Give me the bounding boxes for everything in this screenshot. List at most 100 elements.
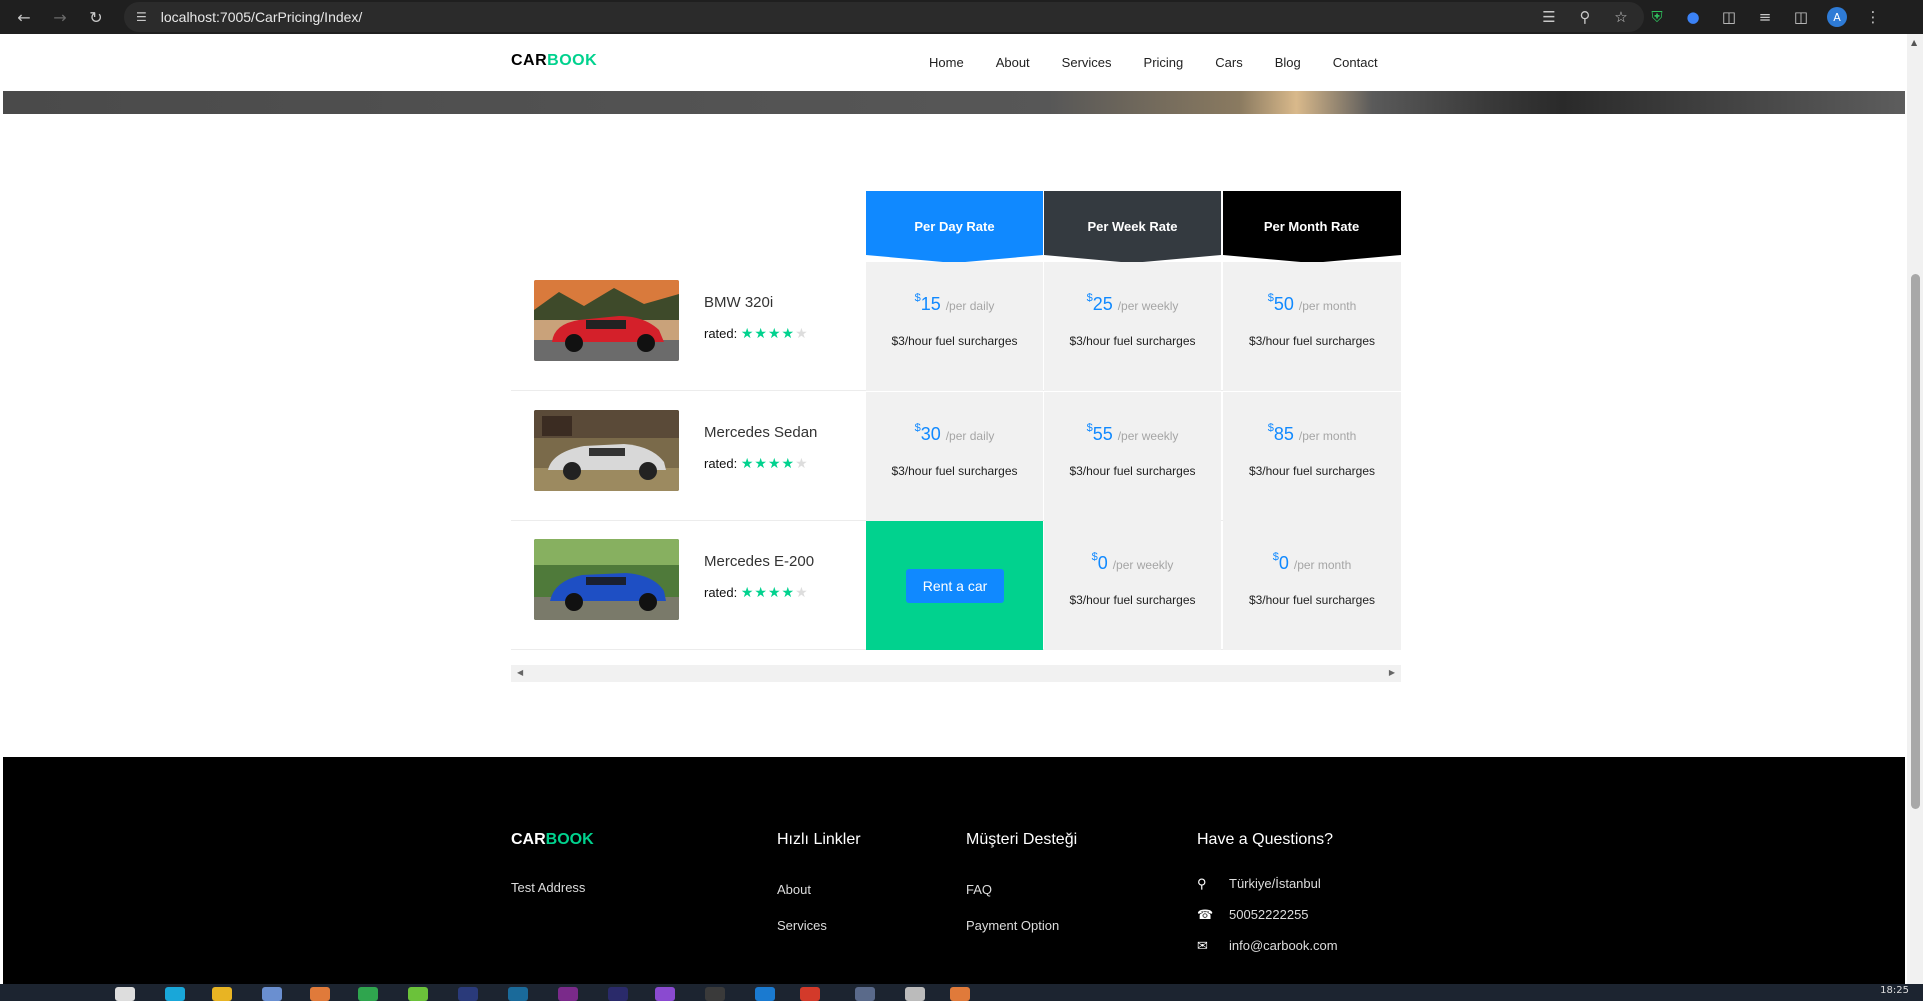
nav-contact[interactable]: Contact bbox=[1333, 55, 1378, 70]
taskbar-app-icon[interactable] bbox=[755, 987, 775, 1001]
taskbar-app-icon[interactable] bbox=[408, 987, 428, 1001]
rent-a-car-button[interactable]: Rent a car bbox=[906, 569, 1004, 603]
footer-link-faq[interactable]: FAQ bbox=[966, 882, 1077, 918]
price-unit: /per month bbox=[1298, 429, 1357, 443]
reading-list-icon[interactable]: ≡ bbox=[1755, 8, 1775, 26]
map-marker-icon: ⚲ bbox=[1197, 876, 1207, 891]
scroll-left-arrow-icon[interactable]: ◀ bbox=[517, 668, 523, 677]
price-amount: 30 bbox=[920, 424, 941, 444]
forward-icon[interactable]: → bbox=[42, 8, 78, 27]
site-logo[interactable]: CARBOOK bbox=[511, 52, 597, 70]
logo-book-text: BOOK bbox=[547, 52, 598, 69]
car-name: Mercedes E-200 bbox=[704, 553, 815, 570]
taskbar-app-icon[interactable] bbox=[655, 987, 675, 1001]
fuel-surcharge: $3/hour fuel surcharges bbox=[1248, 593, 1376, 607]
price-amount: 0 bbox=[1097, 553, 1108, 573]
fuel-surcharge: $3/hour fuel surcharges bbox=[1069, 593, 1196, 607]
taskbar-app-icon[interactable] bbox=[558, 987, 578, 1001]
bookmark-star-icon[interactable]: ☆ bbox=[1611, 8, 1631, 26]
footer-logo[interactable]: CARBOOK bbox=[511, 831, 594, 849]
nav-services[interactable]: Services bbox=[1062, 55, 1112, 70]
nav-blog[interactable]: Blog bbox=[1275, 55, 1301, 70]
price-cell-month: $0/per month $3/hour fuel surcharges bbox=[1223, 521, 1401, 650]
zoom-icon[interactable]: ⚲ bbox=[1575, 8, 1595, 26]
back-icon[interactable]: ← bbox=[6, 8, 42, 27]
taskbar-folder-icon[interactable] bbox=[212, 987, 232, 1001]
contact-location: ⚲ Türkiye/İstanbul bbox=[1197, 876, 1321, 892]
taskbar-app-icon[interactable] bbox=[310, 987, 330, 1001]
menu-kebab-icon[interactable]: ⋮ bbox=[1863, 8, 1883, 26]
table-horizontal-scrollbar[interactable]: ◀ ▶ bbox=[511, 665, 1401, 682]
extension-icon[interactable]: ● bbox=[1683, 8, 1703, 26]
footer-link-about[interactable]: About bbox=[777, 882, 861, 918]
taskbar-clock[interactable]: 18:25 bbox=[1880, 985, 1909, 996]
currency-symbol: $ bbox=[1272, 551, 1279, 563]
price-unit: /per month bbox=[1298, 299, 1357, 313]
header-per-week-label: Per Week Rate bbox=[1087, 219, 1178, 234]
taskbar-app-icon[interactable] bbox=[262, 987, 282, 1001]
reload-icon[interactable]: ↻ bbox=[78, 8, 114, 27]
taskbar-app-icon[interactable] bbox=[950, 987, 970, 1001]
site-navbar: CARBOOK Home About Services Pricing Cars… bbox=[3, 34, 1905, 91]
price-unit: /per weekly bbox=[1117, 299, 1179, 313]
page-vertical-scrollbar[interactable]: ▲ bbox=[1907, 34, 1923, 984]
scrollbar-thumb[interactable] bbox=[1911, 274, 1920, 809]
support-column: Müşteri Desteği FAQ Payment Option bbox=[966, 831, 1077, 954]
taskbar-chrome-icon[interactable] bbox=[800, 987, 820, 1001]
price-unit: /per month bbox=[1293, 558, 1352, 572]
address-bar[interactable]: ☰ localhost:7005/CarPricing/Index/ bbox=[124, 2, 1644, 32]
main-menu: Home About Services Pricing Cars Blog Co… bbox=[929, 55, 1378, 70]
footer-address: Test Address bbox=[511, 880, 586, 895]
scroll-up-arrow-icon[interactable]: ▲ bbox=[1911, 38, 1917, 47]
profile-avatar[interactable]: A bbox=[1827, 7, 1847, 27]
site-info-icon[interactable]: ☰ bbox=[136, 10, 147, 24]
car-name: BMW 320i bbox=[704, 294, 774, 311]
price-cell-day: $15/per daily $3/hour fuel surcharges bbox=[866, 262, 1043, 391]
taskbar-app-icon[interactable] bbox=[358, 987, 378, 1001]
location-text: Türkiye/İstanbul bbox=[1229, 876, 1321, 891]
car-image bbox=[534, 280, 679, 361]
phone-icon: ☎ bbox=[1197, 907, 1214, 922]
taskbar-app-icon[interactable] bbox=[855, 987, 875, 1001]
taskbar-start-icon[interactable] bbox=[115, 987, 135, 1001]
footer-logo-book: BOOK bbox=[545, 831, 594, 848]
phone-text[interactable]: 50052222255 bbox=[1229, 907, 1309, 922]
price-unit: /per weekly bbox=[1117, 429, 1179, 443]
currency-symbol: $ bbox=[1086, 292, 1093, 304]
shield-extension-icon[interactable]: ⛨ bbox=[1647, 8, 1667, 26]
taskbar-app-icon[interactable] bbox=[508, 987, 528, 1001]
translate-icon[interactable]: ☰ bbox=[1539, 8, 1559, 26]
nav-home[interactable]: Home bbox=[929, 55, 964, 70]
price-cell-month: $85/per month $3/hour fuel surcharges bbox=[1223, 392, 1401, 521]
url-text[interactable]: localhost:7005/CarPricing/Index/ bbox=[161, 9, 363, 25]
header-per-month-label: Per Month Rate bbox=[1263, 219, 1360, 234]
taskbar-app-icon[interactable] bbox=[705, 987, 725, 1001]
nav-about[interactable]: About bbox=[996, 55, 1030, 70]
price-amount: 15 bbox=[920, 294, 941, 314]
star-rating-icons: ★★★★★ bbox=[740, 584, 809, 600]
page-viewport: CARBOOK Home About Services Pricing Cars… bbox=[3, 34, 1905, 984]
car-rating: rated: ★★★★★ bbox=[704, 455, 809, 472]
price-amount: 50 bbox=[1273, 294, 1294, 314]
quick-links-title: Hızlı Linkler bbox=[777, 831, 861, 848]
currency-symbol: $ bbox=[1086, 422, 1093, 434]
taskbar-app-icon[interactable] bbox=[608, 987, 628, 1001]
currency-symbol: $ bbox=[1267, 422, 1274, 434]
extensions-puzzle-icon[interactable]: ◫ bbox=[1719, 8, 1739, 26]
scroll-right-arrow-icon[interactable]: ▶ bbox=[1389, 668, 1395, 677]
taskbar-app-icon[interactable] bbox=[458, 987, 478, 1001]
car-image bbox=[534, 410, 679, 491]
currency-symbol: $ bbox=[914, 422, 921, 434]
email-text[interactable]: info@carbook.com bbox=[1229, 938, 1338, 953]
nav-cars[interactable]: Cars bbox=[1215, 55, 1242, 70]
footer-link-payment-option[interactable]: Payment Option bbox=[966, 918, 1077, 954]
questions-title: Have a Questions? bbox=[1197, 831, 1334, 848]
taskbar-app-icon[interactable] bbox=[905, 987, 925, 1001]
taskbar-app-icon[interactable] bbox=[165, 987, 185, 1001]
hero-image-strip bbox=[3, 91, 1905, 114]
nav-pricing[interactable]: Pricing bbox=[1144, 55, 1184, 70]
footer-link-services[interactable]: Services bbox=[777, 918, 861, 954]
price-amount: 85 bbox=[1273, 424, 1294, 444]
car-image bbox=[534, 539, 679, 620]
side-panel-icon[interactable]: ◫ bbox=[1791, 8, 1811, 26]
